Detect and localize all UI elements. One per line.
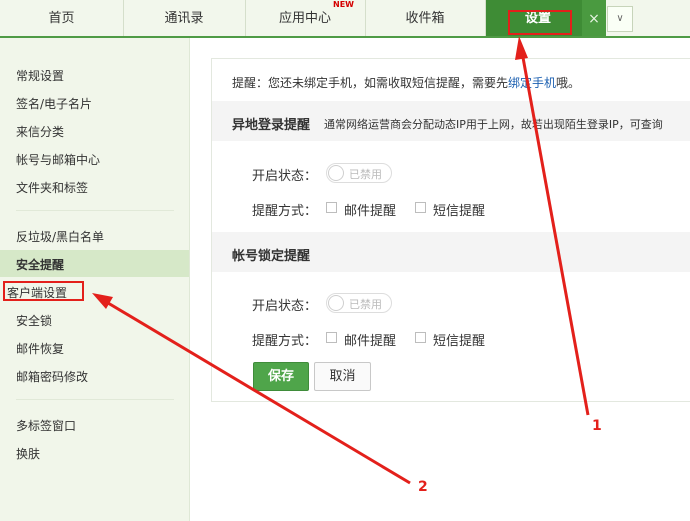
annotation-label-2: 2 bbox=[418, 479, 428, 495]
arrow-1-line bbox=[520, 51, 590, 416]
arrow-2-head bbox=[92, 293, 113, 309]
annotation-arrows bbox=[92, 36, 590, 485]
arrow-1-head bbox=[515, 36, 528, 60]
annotation-label-1: 1 bbox=[592, 418, 602, 434]
arrow-2-line bbox=[102, 298, 411, 485]
